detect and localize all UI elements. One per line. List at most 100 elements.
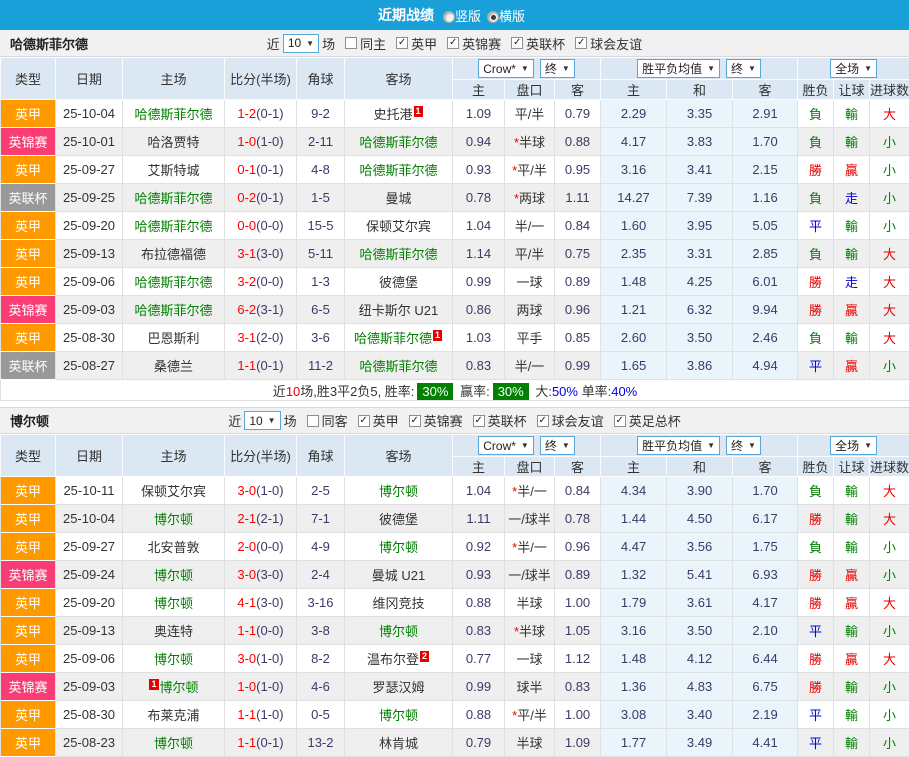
away-team[interactable]: 博尔顿	[379, 708, 418, 723]
league-checkbox[interactable]: ✓	[409, 415, 421, 427]
home-team[interactable]: 艾斯特城	[147, 163, 199, 178]
league-checkbox[interactable]: ✓	[537, 415, 549, 427]
home-odds: 0.92	[453, 533, 505, 561]
corner-count: 1-5	[297, 184, 345, 212]
league-checkbox[interactable]: ✓	[511, 37, 523, 49]
handicap-result-cell: 輸	[834, 533, 870, 561]
away-team[interactable]: 史托港	[373, 107, 412, 122]
bookmaker-select[interactable]: Crow*▼	[478, 436, 534, 455]
away-odds: 1.05	[555, 617, 601, 645]
away-team[interactable]: 博尔顿	[379, 624, 418, 639]
away-team[interactable]: 哈德斯菲尔德	[359, 135, 437, 150]
corner-count: 6-5	[297, 296, 345, 324]
odds-stage-select[interactable]: 终▼	[540, 59, 575, 78]
away-team[interactable]: 曼城	[385, 191, 411, 206]
avg-type-select[interactable]: 胜平负均值▼	[637, 59, 720, 78]
result-cell: 負	[798, 533, 834, 561]
avg-home-odds: 2.35	[601, 240, 667, 268]
team-name: 博尔顿	[10, 411, 49, 430]
handicap-line: 球半	[505, 673, 555, 701]
home-team[interactable]: 哈洛贾特	[147, 135, 199, 150]
avg-home-odds: 1.21	[601, 296, 667, 324]
away-team[interactable]: 哈德斯菲尔德	[359, 247, 437, 262]
home-team[interactable]: 博尔顿	[154, 652, 193, 667]
games-count-select[interactable]: 10▼	[244, 411, 280, 430]
match-row: 英甲25-09-27北安普敦2-0(0-0)4-9博尔顿0.92*半/一0.96…	[1, 533, 909, 561]
home-team[interactable]: 哈德斯菲尔德	[134, 303, 212, 318]
goals-cell: 小	[870, 156, 909, 184]
home-odds: 1.04	[453, 212, 505, 240]
selected-value: 全场	[835, 60, 859, 77]
away-team[interactable]: 林肯城	[379, 736, 418, 751]
competition-label: 英联杯	[8, 359, 47, 374]
away-team[interactable]: 曼城 U21	[372, 568, 425, 583]
away-team[interactable]: 博尔顿	[379, 484, 418, 499]
top-title-bar: 近期战绩 竖版横版	[0, 0, 909, 30]
home-team[interactable]: 布拉德福德	[141, 247, 206, 262]
competition-badge: 英甲	[1, 268, 56, 296]
home-team-cell: 桑德兰	[123, 352, 225, 380]
goals-cell: 大	[870, 268, 909, 296]
away-team[interactable]: 维冈竞技	[372, 596, 424, 611]
away-team[interactable]: 哈德斯菲尔德	[359, 359, 437, 374]
competition-label: 英甲	[15, 247, 41, 262]
match-row: 英锦赛25-09-24博尔顿3-0(3-0)2-4曼城 U210.93一/球半0…	[1, 561, 909, 589]
league-checkbox[interactable]: ✓	[473, 415, 485, 427]
scope-select[interactable]: 全场▼	[830, 436, 877, 455]
avg-type-select[interactable]: 胜平负均值▼	[637, 436, 720, 455]
away-team[interactable]: 哈德斯菲尔德	[354, 331, 432, 346]
dropdown-caret-icon: ▼	[562, 64, 570, 73]
scope-select[interactable]: 全场▼	[830, 59, 877, 78]
league-checkbox[interactable]: ✓	[614, 415, 626, 427]
odds-stage-select[interactable]: 终▼	[540, 436, 575, 455]
away-team[interactable]: 罗瑟汉姆	[372, 680, 424, 695]
horizontal-layout-radio[interactable]	[487, 11, 499, 23]
home-team[interactable]: 哈德斯菲尔德	[134, 275, 212, 290]
home-team[interactable]: 北安普敦	[147, 540, 199, 555]
result-cell: 負	[798, 100, 834, 128]
corner-count: 4-9	[297, 533, 345, 561]
away-team[interactable]: 温布尔登	[367, 652, 419, 667]
away-team[interactable]: 彼德堡	[379, 512, 418, 527]
games-count-select[interactable]: 10▼	[283, 34, 319, 53]
header-select-group-2: 全场▼	[798, 58, 909, 80]
home-team[interactable]: 博尔顿	[154, 736, 193, 751]
league-checkbox[interactable]: ✓	[447, 37, 459, 49]
away-team[interactable]: 保顿艾尔宾	[366, 219, 431, 234]
avg-stage-select[interactable]: 终▼	[726, 59, 761, 78]
goals-cell: 大	[870, 645, 909, 673]
bookmaker-select[interactable]: Crow*▼	[478, 59, 534, 78]
same-venue-checkbox[interactable]	[345, 37, 357, 49]
home-team[interactable]: 哈德斯菲尔德	[134, 219, 212, 234]
avg-stage-select[interactable]: 终▼	[726, 436, 761, 455]
away-team-cell: 哈德斯菲尔德	[345, 156, 453, 184]
home-team[interactable]: 保顿艾尔宾	[141, 484, 206, 499]
home-team[interactable]: 布莱克浦	[147, 708, 199, 723]
dropdown-caret-icon: ▼	[707, 64, 715, 73]
handicap-result-cell: 贏	[834, 296, 870, 324]
result-cell: 勝	[798, 561, 834, 589]
competition-label: 英甲	[15, 163, 41, 178]
home-team[interactable]: 奥连特	[154, 624, 193, 639]
league-checkbox[interactable]: ✓	[396, 37, 408, 49]
same-venue-checkbox[interactable]	[307, 415, 319, 427]
away-team[interactable]: 彼德堡	[379, 275, 418, 290]
away-team[interactable]: 博尔顿	[379, 540, 418, 555]
home-team[interactable]: 博尔顿	[154, 596, 193, 611]
home-team[interactable]: 哈德斯菲尔德	[134, 107, 212, 122]
home-team[interactable]: 博尔顿	[154, 568, 193, 583]
home-team[interactable]: 桑德兰	[154, 359, 193, 374]
away-team[interactable]: 纽卡斯尔 U21	[359, 303, 438, 318]
home-team[interactable]: 哈德斯菲尔德	[134, 191, 212, 206]
home-team[interactable]: 博尔顿	[154, 512, 193, 527]
home-team[interactable]: 巴恩斯利	[147, 331, 199, 346]
away-team[interactable]: 哈德斯菲尔德	[359, 163, 437, 178]
league-checkbox[interactable]: ✓	[358, 415, 370, 427]
vertical-layout-radio[interactable]	[443, 11, 455, 23]
away-odds: 0.99	[555, 352, 601, 380]
home-odds: 0.99	[453, 673, 505, 701]
league-checkbox[interactable]: ✓	[575, 37, 587, 49]
home-team[interactable]: 博尔顿	[160, 680, 199, 695]
line-text: 半球	[516, 736, 542, 751]
selected-value: 胜平负均值	[642, 437, 702, 454]
